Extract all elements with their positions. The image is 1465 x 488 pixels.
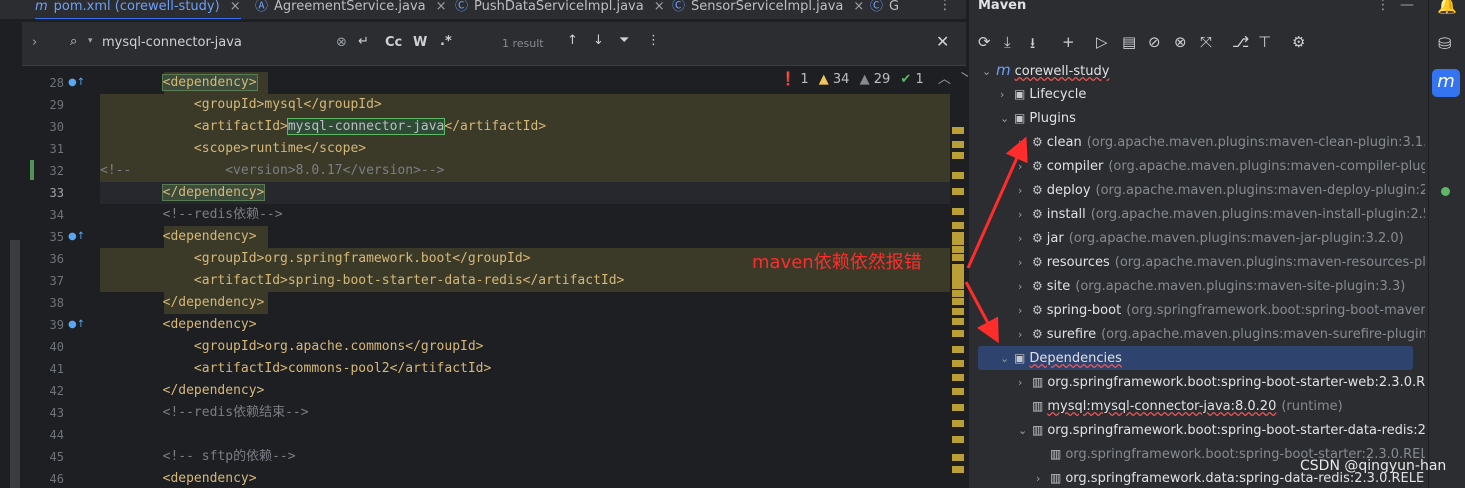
arrow-to-dependencies [964, 281, 999, 344]
annotation-arrows [964, 136, 1028, 344]
csdn-watermark: CSDN @qingyun-han [1300, 458, 1447, 474]
arrow-to-plugins [966, 136, 1028, 269]
error-annotation-text: maven依赖依然报错 [752, 252, 922, 273]
